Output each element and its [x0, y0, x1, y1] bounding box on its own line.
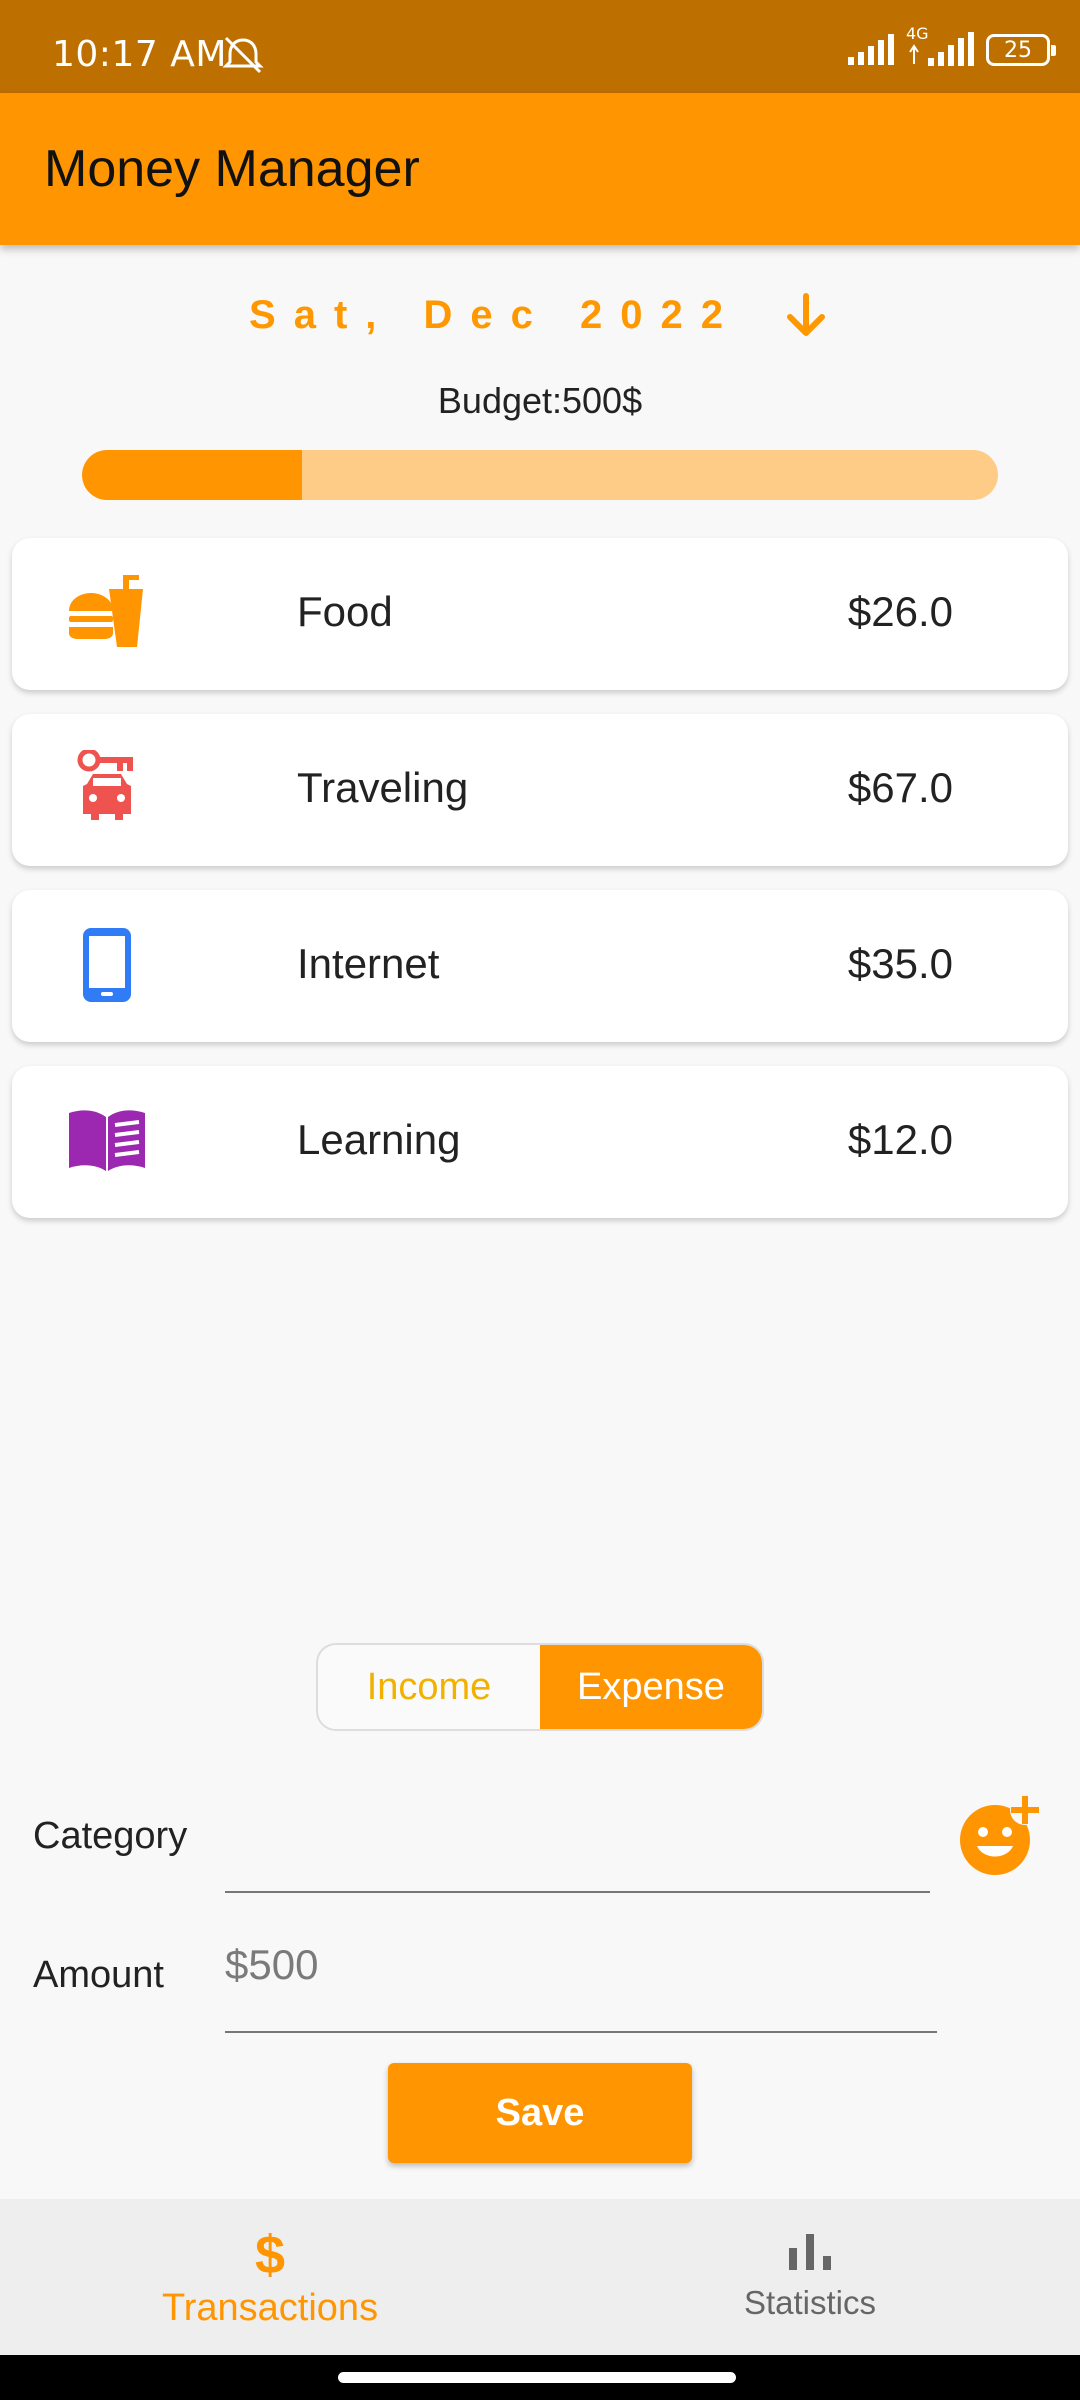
category-amount: $67.0	[847, 764, 953, 811]
signal-4g-icon: 4G	[906, 24, 976, 70]
dollar-icon: $	[255, 2225, 285, 2281]
add-reaction-icon[interactable]	[955, 1790, 1045, 1880]
category-amount: $35.0	[847, 940, 953, 987]
bar-chart-icon	[789, 2234, 831, 2270]
nav-statistics-label: Statistics	[743, 2284, 877, 2321]
amount-field-underline	[225, 2031, 937, 2033]
budget-label: Budget:500$	[437, 380, 643, 421]
income-expense-toggle: Income Expense	[316, 1643, 764, 1731]
status-indicators: 4G 25	[846, 24, 1056, 70]
smartphone-icon	[52, 920, 162, 1010]
category-name: Traveling	[297, 764, 469, 811]
category-card-learning[interactable]: Learning $12.0	[12, 1066, 1068, 1218]
category-name: Learning	[297, 1116, 461, 1163]
nav-transactions[interactable]: $ Transactions	[0, 2199, 540, 2355]
amount-label: Amount	[33, 1954, 164, 1996]
battery-icon: 25	[986, 34, 1056, 66]
category-name: Food	[297, 588, 393, 635]
battery-level: 25	[1004, 37, 1032, 63]
app-title: Money Manager	[44, 140, 420, 198]
save-button[interactable]: Save	[388, 2063, 692, 2163]
amount-input[interactable]	[225, 1935, 937, 1995]
income-tab[interactable]: Income	[318, 1645, 540, 1729]
category-name: Internet	[297, 940, 440, 987]
expense-tab[interactable]: Expense	[540, 1645, 762, 1729]
book-icon	[52, 1096, 162, 1186]
home-indicator[interactable]	[338, 2372, 736, 2383]
status-bar: 10:17 AM 4G 25	[0, 0, 1080, 93]
bottom-navigation: $ Transactions Statistics	[0, 2199, 1080, 2355]
category-label: Category	[33, 1815, 188, 1857]
signal-icon	[848, 34, 894, 65]
fastfood-icon	[52, 568, 162, 658]
date-label: Sat, Dec 2022	[249, 292, 741, 337]
nav-statistics[interactable]: Statistics	[540, 2199, 1080, 2355]
category-card-food[interactable]: Food $26.0	[12, 538, 1068, 690]
category-field[interactable]	[225, 1800, 930, 1888]
category-card-traveling[interactable]: Traveling $67.0	[12, 714, 1068, 866]
svg-text:$: $	[255, 2225, 285, 2281]
gesture-bar	[0, 2355, 1080, 2400]
alarm-off-icon	[220, 34, 266, 79]
category-card-internet[interactable]: Internet $35.0	[12, 890, 1068, 1042]
nav-transactions-label: Transactions	[161, 2286, 379, 2329]
budget-progress-bar	[82, 450, 998, 500]
budget-progress-fill	[82, 450, 302, 500]
category-amount: $26.0	[847, 588, 953, 635]
car-rental-icon	[52, 744, 162, 834]
app-bar: Money Manager	[0, 93, 1080, 245]
status-time: 10:17 AM	[52, 34, 227, 75]
date-selector[interactable]: Sat, Dec 2022	[0, 285, 1080, 345]
category-field-underline	[225, 1891, 930, 1893]
category-amount: $12.0	[847, 1116, 953, 1163]
arrow-down-icon[interactable]	[781, 290, 831, 340]
